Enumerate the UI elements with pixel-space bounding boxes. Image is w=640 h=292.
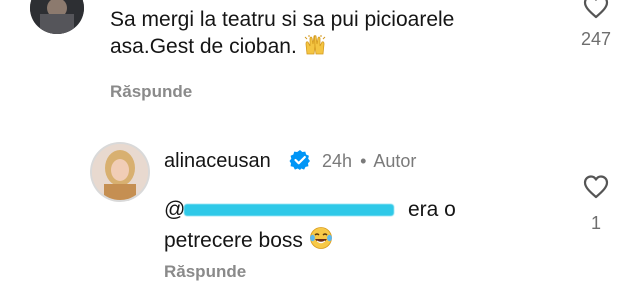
comment-line-2: petrecere boss [164,226,584,257]
mention-link[interactable]: @ [164,198,185,221]
timestamp: 24h [322,151,353,171]
avatar[interactable] [30,0,84,34]
raised-hands-icon [303,34,327,63]
like-control: 247 [581,0,611,50]
like-control: 1 [581,174,611,234]
avatar-image [92,144,148,200]
author-label: Autor [373,151,417,171]
comment-line-2-text: asa.Gest de cioban. [110,35,297,58]
reply-button[interactable]: Răspunde [110,82,192,102]
like-count: 247 [581,29,612,49]
username[interactable]: alinaceusan [164,150,271,173]
comment-meta: 24h • Autor [322,151,416,172]
like-count: 1 [590,213,601,233]
laughing-tears-icon [309,226,333,257]
avatar[interactable] [92,144,148,200]
comment-2: alinaceusan 24h • Autor @ era o petrecer… [0,140,640,292]
comment-text: Sa mergi la teatru si sa pui picioarele … [110,6,454,63]
comment-1: Sa mergi la teatru si sa pui picioarele … [0,0,640,110]
heart-icon[interactable] [581,0,611,25]
redaction-mark [184,204,394,216]
comment-line-1-rest: era o [408,198,456,221]
comment-line-1: @ era o [164,196,584,223]
reply-button[interactable]: Răspunde [164,262,246,282]
separator-dot: • [360,151,367,171]
comment-line-2: asa.Gest de cioban. [110,33,454,63]
heart-icon[interactable] [581,174,611,205]
comment-text: @ era o petrecere boss [164,196,584,257]
comment-line-1: Sa mergi la teatru si sa pui picioarele [110,8,455,31]
avatar-image [30,0,84,34]
verified-badge-icon [289,149,311,176]
comment-line-2-text: petrecere boss [164,229,303,252]
